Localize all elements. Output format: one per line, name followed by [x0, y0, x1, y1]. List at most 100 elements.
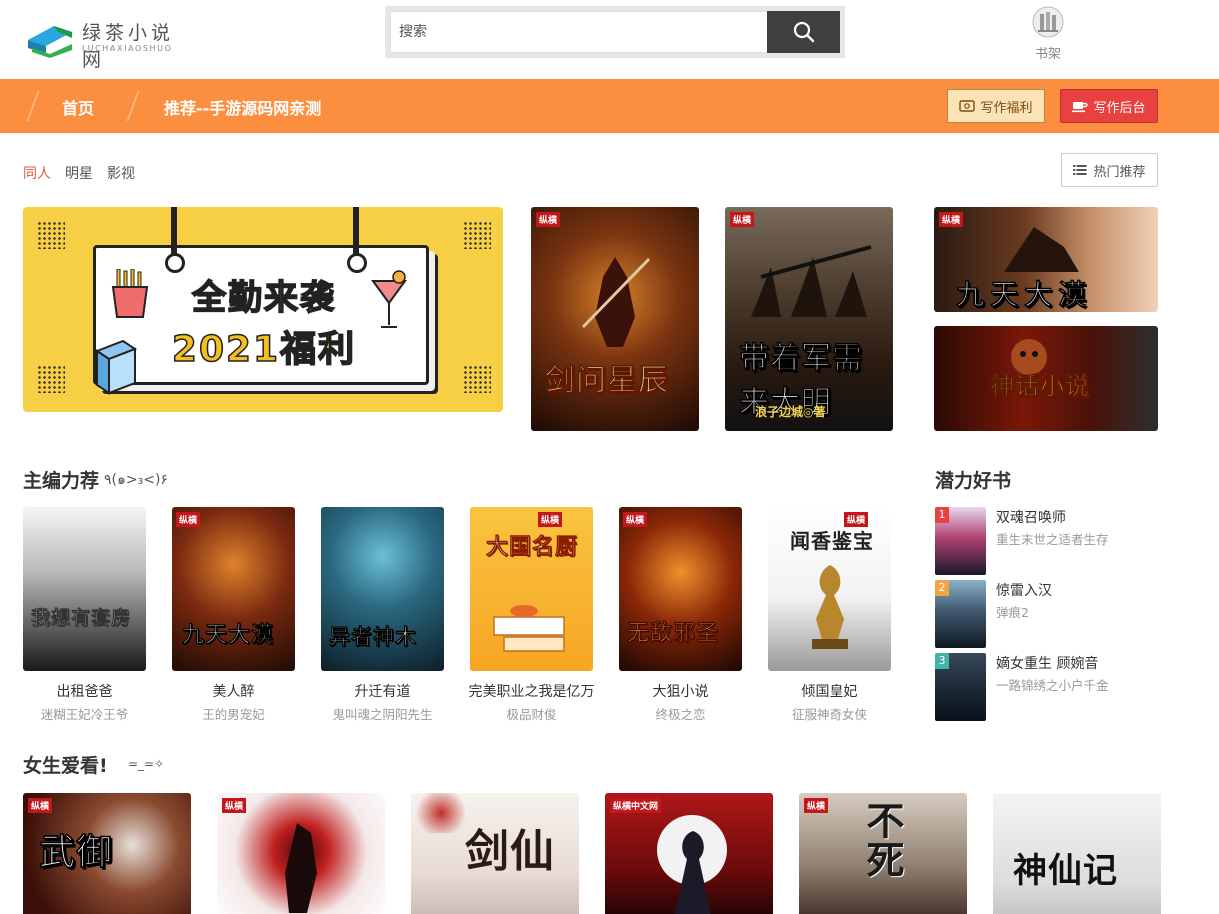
book-name[interactable]: 完美职业之我是亿万 [462, 681, 601, 701]
book-cover: 异者神木 [321, 507, 444, 671]
category-tab-film[interactable]: 影视 [107, 163, 135, 183]
featured-cover-4[interactable]: 神话小说 [934, 326, 1158, 431]
book-cover: 纵横 大国名厨 [470, 507, 593, 671]
banner-pin [165, 207, 185, 273]
page: 绿茶小说网 LUCHAXIAOSHUO 书架 [0, 0, 1219, 914]
cover-title: 九天大漠 [956, 278, 1093, 312]
writing-welfare-button[interactable]: 写作福利 [947, 89, 1045, 123]
writing-backend-button[interactable]: 写作后台 [1060, 89, 1158, 123]
girls-book-cover-3[interactable]: 剑仙 [411, 793, 579, 914]
site-logo[interactable]: 绿茶小说网 LUCHAXIAOSHUO [24, 14, 194, 71]
book-author[interactable]: 终极之恋 [611, 704, 750, 723]
banner-pin [347, 207, 367, 273]
bookshelf-label: 书架 [1034, 47, 1061, 62]
book-cover: 纵横 无敌邪圣 [619, 507, 742, 671]
writing-backend-label: 写作后台 [1093, 100, 1146, 116]
search-bar [385, 6, 845, 58]
book-name[interactable]: 倾国皇妃 [760, 681, 899, 701]
book-cover: 我想有套房 [23, 507, 146, 671]
bookshelf-link[interactable]: 书架 [1024, 4, 1072, 62]
rank-number: 2 [935, 580, 949, 596]
dot-pattern [463, 221, 491, 249]
cover-author: 浪子边城◎著 [755, 405, 826, 419]
writing-welfare-label: 写作福利 [980, 100, 1033, 116]
cover-title: 不死 [860, 801, 904, 879]
publisher-badge: 纵横 [804, 798, 829, 813]
ranking-title[interactable]: 惊雷入汉 [996, 580, 1052, 600]
ranking-title[interactable]: 嫡女重生 顾婉音 [996, 653, 1098, 673]
promo-banner[interactable]: 全勤来袭 2021福利 [23, 207, 503, 412]
cup-icon [1072, 101, 1089, 112]
book-name[interactable]: 出租爸爸 [15, 681, 154, 701]
ranking-item[interactable]: 2 惊雷入汉 弹痕2 [935, 580, 1165, 648]
category-tab-fanfic[interactable]: 同人 [23, 163, 51, 183]
cover-decoration [411, 793, 471, 833]
girls-book-cover-5[interactable]: 纵横 不死 [799, 793, 967, 914]
cocktail-icon [371, 270, 407, 328]
dot-pattern [37, 221, 65, 249]
section-title-potential: 潜力好书 [935, 470, 1012, 492]
cover-title: 神仙记 [1013, 851, 1118, 891]
logo-subtitle: LUCHAXIAOSHUO [82, 44, 173, 53]
cover-title: 九天大漠 [182, 623, 275, 649]
search-button[interactable] [767, 11, 840, 53]
bookshelf-icon [1032, 6, 1064, 38]
cover-title: 大国名厨 [486, 535, 579, 561]
hot-recommend-button[interactable]: 热门推荐 [1061, 153, 1158, 187]
cover-title: 剑问星辰 [545, 363, 669, 399]
milk-carton-icon [94, 339, 138, 395]
book-author[interactable]: 鬼叫魂之阴阳先生 [313, 704, 452, 723]
ranking-author[interactable]: 弹痕2 [996, 602, 1029, 621]
publisher-badge: 纵横 [939, 212, 964, 227]
rank-number: 3 [935, 653, 949, 669]
book-cover: 纵横 闻香鉴宝 [768, 507, 891, 671]
rider-figure [1004, 227, 1079, 272]
search-input[interactable] [390, 11, 770, 53]
fries-icon [111, 269, 149, 318]
cover-title: 无敌邪圣 [627, 621, 720, 647]
book-author[interactable]: 征服神奇女侠 [760, 704, 899, 723]
ranking-item[interactable]: 3 嫡女重生 顾婉音 一路锦绣之小户千金 [935, 653, 1165, 721]
header: 绿茶小说网 LUCHAXIAOSHUO 书架 [0, 0, 1219, 79]
cover-title: 异者神木 [329, 625, 417, 650]
publisher-badge: 纵横 [222, 798, 247, 813]
publisher-badge: 纵横 [536, 212, 561, 227]
book-name[interactable]: 升迁有道 [313, 681, 452, 701]
featured-cover-2[interactable]: 纵横 带着军需来大明 浪子边城◎著 [725, 207, 893, 431]
nav-bar: 首页 推荐--手游源码网亲测 写作福利 写作后台 [0, 79, 1219, 133]
kitchen-illustration [493, 605, 565, 652]
girls-book-cover-4[interactable]: 纵横中文网 [605, 793, 773, 914]
book-author[interactable]: 王的男宠妃 [164, 704, 303, 723]
nav-recommend[interactable]: 推荐--手游源码网亲测 [164, 95, 321, 119]
book-author[interactable]: 极品财俊 [462, 704, 601, 723]
cover-title: 闻香鉴宝 [790, 529, 874, 553]
girls-book-cover-6[interactable]: 神仙记 [993, 793, 1161, 914]
featured-cover-3[interactable]: 纵横 九天大漠 [934, 207, 1158, 312]
publisher-badge: 纵横 [176, 512, 201, 527]
ranking-author[interactable]: 重生末世之适者生存 [996, 529, 1109, 548]
dot-pattern [463, 365, 491, 393]
girls-book-cover-1[interactable]: 纵横 武御 [23, 793, 191, 914]
girls-book-cover-2[interactable]: 纵横 [217, 793, 385, 914]
cover-title: 神话小说 [990, 372, 1090, 401]
logo-book-icon [28, 26, 72, 58]
book-author[interactable]: 迷糊王妃冷王爷 [15, 704, 154, 723]
ranking-author[interactable]: 一路锦绣之小户千金 [996, 675, 1109, 694]
category-tab-celebrity[interactable]: 明星 [65, 163, 93, 183]
character-figure [674, 831, 712, 914]
ranking-cover: 2 [935, 580, 986, 648]
nav-home[interactable]: 首页 [62, 95, 94, 119]
section-title-girls: 女生爱看! [23, 755, 108, 777]
ranking-item[interactable]: 1 双魂召唤师 重生末世之适者生存 [935, 507, 1165, 575]
book-name[interactable]: 大狙小说 [611, 681, 750, 701]
rank-number: 1 [935, 507, 949, 523]
publisher-badge: 纵横 [623, 512, 648, 527]
ranking-title[interactable]: 双魂召唤师 [996, 507, 1066, 527]
list-icon [1073, 165, 1088, 175]
section-emoticon: =_=✧ [128, 757, 165, 771]
featured-cover-1[interactable]: 纵横 剑问星辰 [531, 207, 699, 431]
publisher-badge: 纵横中文网 [610, 798, 662, 813]
book-name[interactable]: 美人醉 [164, 681, 303, 701]
publisher-badge: 纵横 [730, 212, 755, 227]
swordsman-figure [285, 823, 317, 913]
